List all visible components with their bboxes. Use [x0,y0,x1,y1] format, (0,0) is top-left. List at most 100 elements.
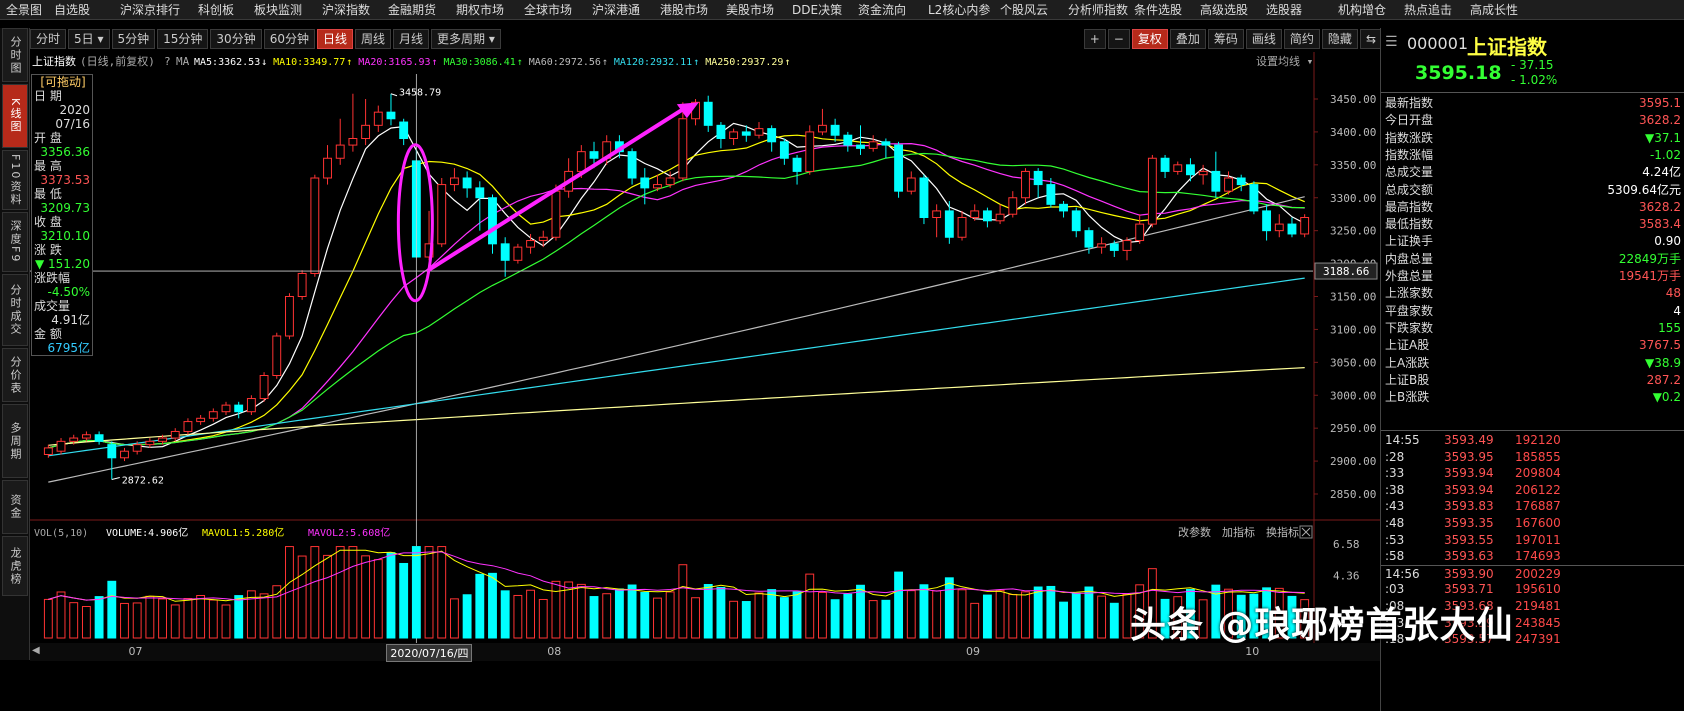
candle-body[interactable] [779,141,789,159]
candle-body[interactable] [665,177,675,186]
candle-body[interactable] [627,151,637,179]
candle-body[interactable] [767,128,777,143]
overlay-button[interactable]: 叠加 [1169,29,1206,49]
candle-body[interactable] [1071,210,1081,232]
candle-body[interactable] [246,398,256,413]
candle-body[interactable] [653,184,662,189]
candle-body[interactable] [475,187,485,199]
candle-body[interactable] [1097,243,1107,248]
candle-body[interactable] [234,404,244,413]
candle-body[interactable] [437,184,447,245]
candle-body[interactable] [361,124,371,140]
candle-body[interactable] [970,210,980,219]
candle-body[interactable] [982,210,992,222]
candle-body[interactable] [462,177,472,189]
left-tab[interactable]: 龙虎榜 [2,536,28,596]
menu-item[interactable]: 沪深港通 [592,0,640,20]
candle-body[interactable] [678,118,688,179]
menu-item[interactable]: 沪深指数 [322,0,370,20]
menu-item[interactable]: 全景图 [6,0,42,20]
candle-body[interactable] [386,111,396,120]
candle-body[interactable] [881,141,891,146]
menu-item[interactable]: 期权市场 [456,0,504,20]
candle-body[interactable] [1249,184,1259,212]
menu-item[interactable]: 高成长性 [1470,0,1518,20]
candle-body[interactable] [741,131,751,136]
candle-body[interactable] [1287,223,1297,235]
candle-body[interactable] [957,217,967,238]
candle-body[interactable] [373,111,383,126]
menu-item[interactable]: 板块监测 [254,0,302,20]
candle-body[interactable] [145,440,155,446]
candle-body[interactable] [399,121,409,139]
menu-item[interactable]: 选股器 [1266,0,1302,20]
period-button[interactable]: 周线 [355,29,392,49]
candle-body[interactable] [1262,210,1272,232]
candle-body[interactable] [551,190,561,238]
period-button[interactable]: 日线 [316,29,353,49]
candle-body[interactable] [1021,170,1030,199]
menu-item[interactable]: 沪深京排行 [120,0,180,20]
candle-body[interactable] [1173,164,1183,172]
candle-body[interactable] [906,177,916,192]
candle-body[interactable] [1300,217,1310,235]
candle-body[interactable] [589,151,599,159]
left-tab[interactable]: 资金 [2,480,28,534]
candle-body[interactable] [120,450,129,459]
period-button[interactable]: 分时 [30,29,67,49]
left-tab[interactable]: 多周期 [2,404,28,478]
menu-item[interactable]: 机构增仓 [1338,0,1386,20]
candle-body[interactable] [729,131,739,139]
menu-item[interactable]: 个股风云 [1000,0,1048,20]
candle-body[interactable] [919,177,929,218]
indicator-op-button[interactable]: 改参数 [1178,525,1211,539]
draw-line-button[interactable]: 画线 [1245,29,1282,49]
period-button[interactable]: 60分钟 [263,29,315,49]
candle-body[interactable] [932,210,942,219]
candle-body[interactable] [488,197,497,245]
candle-body[interactable] [310,177,320,274]
candle-body[interactable] [1046,184,1056,205]
candle-body[interactable] [1224,177,1233,192]
candle-body[interactable] [1236,177,1246,186]
simple-button[interactable]: 简约 [1283,29,1320,49]
kline-chart[interactable]: 上证指数 (日线,前复权)? MA MA5:3362.53 ↓ MA10:3349.77 ↑… [30,52,1380,643]
candle-body[interactable] [449,177,459,186]
candle-body[interactable] [944,210,954,238]
left-tab[interactable]: 分价表 [2,348,28,402]
menu-item[interactable]: 分析师指数 [1068,0,1128,20]
candle-body[interactable] [640,177,650,189]
menu-item[interactable]: L2核心内参 [928,0,990,20]
candle-body[interactable] [856,144,865,149]
period-button[interactable]: 15分钟 [157,29,209,49]
candle-body[interactable] [335,144,345,159]
left-tab[interactable]: 分时图 [2,28,28,82]
candle-body[interactable] [272,335,282,376]
left-tab[interactable]: F10资料 [2,150,28,210]
minus-button[interactable]: − [1107,29,1130,49]
candle-body[interactable] [132,444,142,452]
plus-button[interactable]: + [1083,29,1106,49]
menu-item[interactable]: 港股市场 [660,0,708,20]
candle-body[interactable] [716,124,726,140]
candle-body[interactable] [500,243,510,261]
candle-body[interactable] [995,213,1005,222]
candle-body[interactable] [1122,240,1132,251]
candle-body[interactable] [196,417,206,423]
chip-button[interactable]: 筹码 [1207,29,1244,49]
candle-body[interactable] [1147,157,1157,225]
candle-body[interactable] [1008,197,1018,215]
candle-body[interactable] [69,437,79,442]
candle-body[interactable] [1211,170,1221,192]
menu-item[interactable]: 热点追击 [1404,0,1452,20]
left-tab[interactable]: K线图 [2,84,28,148]
candle-body[interactable] [818,124,827,133]
menu-item[interactable]: 美股市场 [726,0,774,20]
candle-body[interactable] [348,138,358,146]
candle-body[interactable] [94,434,104,442]
candle-body[interactable] [56,440,66,452]
left-tab[interactable]: 分时成交 [2,274,28,346]
candle-body[interactable] [1084,230,1094,248]
menu-item[interactable]: DDE决策 [792,0,842,20]
candle-body[interactable] [1033,170,1043,186]
